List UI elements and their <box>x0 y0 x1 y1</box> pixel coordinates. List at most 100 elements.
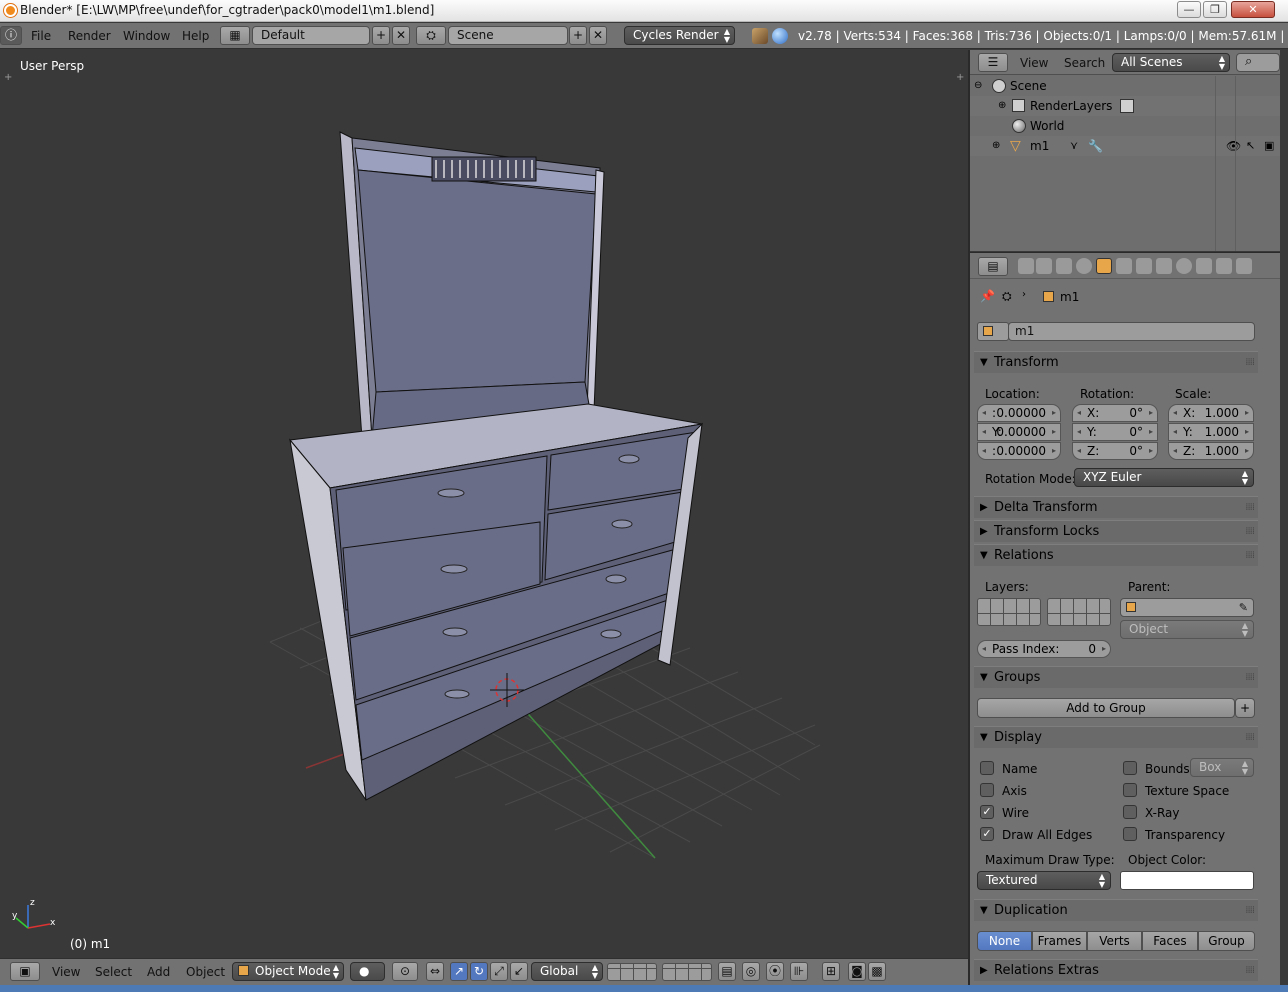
panel-groups-header[interactable]: ▼ Groups ⁞⁞⁞⁞ <box>974 666 1258 688</box>
add-group-plus-icon[interactable]: + <box>1235 698 1255 718</box>
rotate-icon[interactable]: ↻ <box>470 962 488 981</box>
rotation-y-field[interactable]: ◂ Y: 0° ▸ <box>1072 423 1158 441</box>
manipulator-icon[interactable]: ⇔ <box>426 962 444 981</box>
modifiers-tab-icon[interactable] <box>1136 258 1152 274</box>
checkbox-draw-all-edges[interactable]: ✓ <box>980 827 994 841</box>
rotation-x-field[interactable]: ◂ X: 0° ▸ <box>1072 404 1158 422</box>
panel-relations-header[interactable]: ▼ Relations ⁞⁞⁞⁞ <box>974 544 1258 566</box>
parent-type-dropdown[interactable]: Object ▲ ▼ <box>1120 620 1254 639</box>
location-x-field[interactable]: ◂:0.00000 ▸ <box>977 404 1061 422</box>
object-layers-left[interactable] <box>977 598 1041 626</box>
constraints-tab-icon[interactable] <box>1116 258 1132 274</box>
lock-camera-icon[interactable]: ▤ <box>718 962 736 981</box>
scene-layers-left[interactable] <box>607 963 657 981</box>
modifier-wrench-icon[interactable]: 🔧 <box>1088 136 1103 156</box>
panel-grip-icon[interactable]: ⁞⁞⁞⁞ <box>1245 727 1255 749</box>
mesh-data-icon[interactable]: ⋎ <box>1070 136 1078 156</box>
duplication-faces-button[interactable]: Faces <box>1142 931 1198 951</box>
editor-type-properties-icon[interactable]: ▤ <box>978 257 1008 276</box>
transform-orientation-icon[interactable]: ↙ <box>510 962 528 981</box>
texture-tab-icon[interactable] <box>1196 258 1212 274</box>
panel-relations-extras-header[interactable]: ▶ Relations Extras ⁞⁞⁞⁞ <box>974 959 1258 981</box>
scale-icon[interactable]: ⤢ <box>490 962 508 981</box>
object-layers-right[interactable] <box>1047 598 1111 626</box>
editor-type-outliner-icon[interactable]: ☰ <box>978 53 1008 72</box>
render-tab-icon[interactable] <box>1018 258 1034 274</box>
max-draw-type-dropdown[interactable]: Textured ▲ ▼ <box>977 871 1111 890</box>
object-color-swatch[interactable] <box>1120 871 1254 890</box>
world-sphere-icon[interactable] <box>772 28 788 44</box>
panel-transform-locks-header[interactable]: ▶ Transform Locks ⁞⁞⁞⁞ <box>974 520 1258 542</box>
expand-icon[interactable]: ⊕ <box>998 96 1006 116</box>
outliner-item-world[interactable]: World <box>970 116 1280 136</box>
panel-grip-icon[interactable]: ⁞⁞⁞⁞ <box>1245 521 1255 543</box>
add-screen-icon[interactable]: + <box>372 26 390 45</box>
menu-add[interactable]: Add <box>147 965 170 979</box>
checkbox-transparency[interactable] <box>1123 827 1137 841</box>
selectable-cursor-icon[interactable]: ↖ <box>1246 136 1255 156</box>
outliner-display-mode-dropdown[interactable]: All Scenes ▲ ▼ <box>1112 53 1230 72</box>
mode-dropdown[interactable]: Object Mode ▲ ▼ <box>232 962 344 981</box>
close-button[interactable]: ✕ <box>1231 1 1275 18</box>
render-animation-icon[interactable]: ▩ <box>868 962 886 981</box>
scene-tab-icon[interactable] <box>1056 258 1072 274</box>
pivot-point-icon[interactable]: ⊙ <box>392 962 418 981</box>
object-tab-icon[interactable] <box>1096 258 1112 274</box>
checkbox-name[interactable] <box>980 761 994 775</box>
render-engine-dropdown[interactable]: Cycles Render ▲ ▼ <box>624 26 735 45</box>
outliner-item-scene[interactable]: ⊖ Scene <box>970 76 1280 96</box>
expand-icon[interactable]: ⊕ <box>992 136 1000 156</box>
panel-duplication-header[interactable]: ▼ Duplication ⁞⁞⁞⁞ <box>974 899 1258 921</box>
outliner-item-renderlayers[interactable]: ⊕ RenderLayers <box>970 96 1280 116</box>
snap-target-icon[interactable]: ⊞ <box>822 962 840 981</box>
checkbox-xray[interactable] <box>1123 805 1137 819</box>
screen-layout-icon[interactable]: ▦ <box>220 26 250 45</box>
menu-file[interactable]: File <box>31 29 51 43</box>
menu-view[interactable]: View <box>52 965 80 979</box>
screen-layout-field[interactable]: Default <box>252 26 370 45</box>
outliner-menu-view[interactable]: View <box>1020 56 1048 70</box>
eyedropper-icon[interactable]: ✎ <box>1239 599 1248 616</box>
panel-grip-icon[interactable]: ⁞⁞⁞⁞ <box>1245 352 1255 374</box>
snap-element-icon[interactable]: ⊪ <box>790 962 808 981</box>
add-scene-icon[interactable]: + <box>569 26 587 45</box>
physics-tab-icon[interactable] <box>1236 258 1252 274</box>
panel-grip-icon[interactable]: ⁞⁞⁞⁞ <box>1245 497 1255 519</box>
snap-magnet-icon[interactable]: ⦿ <box>766 962 784 981</box>
3d-viewport[interactable]: z x y + + User Persp (0) m1 <box>0 50 968 958</box>
menu-render[interactable]: Render <box>68 29 111 43</box>
location-z-field[interactable]: ◂:0.00000 ▸ <box>977 442 1061 460</box>
duplication-group-button[interactable]: Group <box>1198 931 1255 951</box>
outliner-search-field[interactable]: ⌕ <box>1236 53 1280 72</box>
scale-z-field[interactable]: ◂ Z: 1.000 ▸ <box>1168 442 1254 460</box>
panel-grip-icon[interactable]: ⁞⁞⁞⁞ <box>1245 667 1255 689</box>
rotation-z-field[interactable]: ◂ Z: 0° ▸ <box>1072 442 1158 460</box>
data-tab-icon[interactable] <box>1156 258 1172 274</box>
scene-layers-right[interactable] <box>662 963 712 981</box>
pin-icon[interactable]: 📌 <box>980 289 995 303</box>
remove-screen-icon[interactable]: ✕ <box>392 26 410 45</box>
editor-type-info-icon[interactable]: ⓘ <box>0 26 22 45</box>
duplication-none-button[interactable]: None <box>977 931 1032 951</box>
add-to-group-button[interactable]: Add to Group <box>977 698 1235 718</box>
material-tab-icon[interactable] <box>1176 258 1192 274</box>
scene-field[interactable]: Scene <box>448 26 568 45</box>
visibility-eye-icon[interactable]: 👁 <box>1226 136 1241 156</box>
renderable-camera-icon[interactable]: ▣ <box>1264 136 1274 156</box>
maximize-button[interactable]: ❐ <box>1203 1 1227 18</box>
pass-index-field[interactable]: ◂ Pass Index: 0 ▸ <box>977 640 1111 658</box>
panel-grip-icon[interactable]: ⁞⁞⁞⁞ <box>1245 545 1255 567</box>
remove-scene-icon[interactable]: ✕ <box>589 26 607 45</box>
render-still-icon[interactable]: ◙ <box>848 962 866 981</box>
collapse-icon[interactable]: ⊖ <box>974 76 982 96</box>
proportional-edit-icon[interactable]: ◎ <box>742 962 760 981</box>
scale-x-field[interactable]: ◂ X: 1.000 ▸ <box>1168 404 1254 422</box>
shading-dropdown[interactable]: ● <box>350 962 385 981</box>
panel-transform-header[interactable]: ▼ Transform ⁞⁞⁞⁞ <box>974 351 1258 373</box>
menu-help[interactable]: Help <box>182 29 209 43</box>
object-name-field[interactable]: m1 <box>1008 322 1255 341</box>
checkbox-wire[interactable]: ✓ <box>980 805 994 819</box>
outliner-menu-search[interactable]: Search <box>1064 56 1105 70</box>
duplication-verts-button[interactable]: Verts <box>1087 931 1142 951</box>
checkbox-texture-space[interactable] <box>1123 783 1137 797</box>
